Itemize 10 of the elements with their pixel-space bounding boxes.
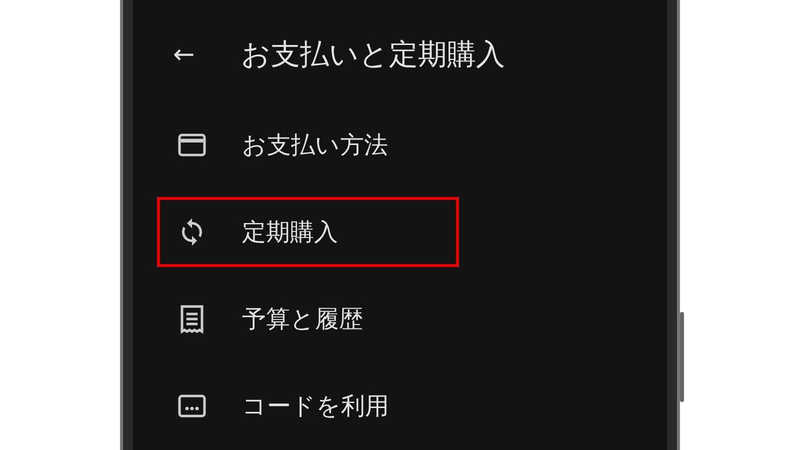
- back-button[interactable]: ←: [165, 40, 213, 70]
- menu-item-label: コードを利用: [242, 391, 389, 422]
- menu-item[interactable]: コードを利用: [157, 371, 459, 441]
- menu-item[interactable]: 予算と履歴: [157, 284, 459, 354]
- menu-item-label: 定期購入: [242, 217, 338, 248]
- menu-item[interactable]: 定期購入: [157, 197, 459, 267]
- menu-item-label: お支払い方法: [242, 130, 388, 161]
- page-title: お支払いと定期購入: [241, 36, 505, 73]
- menu-item-label: 予算と履歴: [242, 304, 363, 335]
- menu-item[interactable]: お支払い方法: [157, 110, 459, 180]
